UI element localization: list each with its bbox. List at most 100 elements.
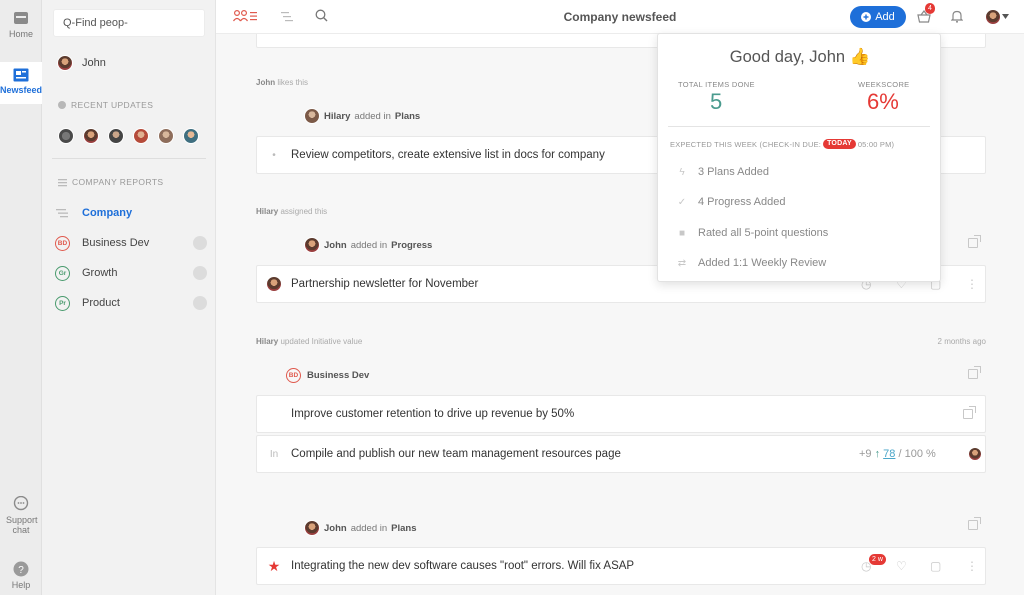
sidebar-item-label: Product (82, 297, 120, 309)
actor-name[interactable]: John (324, 523, 347, 534)
chevron-down-icon[interactable] (1002, 14, 1009, 19)
actor-name[interactable]: John (324, 240, 347, 251)
actor-target[interactable]: Plans (395, 111, 420, 122)
sidebar-item-business-dev[interactable]: BD Business Dev (55, 232, 207, 254)
home-icon (14, 12, 28, 24)
sidebar-item-product[interactable]: Pr Product (55, 292, 207, 314)
actor-verb: added in (350, 522, 388, 534)
app-rail: Home Newsfeed Support chat ? Help (0, 0, 42, 595)
progress-value[interactable]: 78 (883, 448, 895, 460)
activity-meta: Hilary assigned this (256, 207, 327, 216)
avatar (304, 237, 320, 253)
more-icon[interactable]: ⋮ (966, 277, 978, 291)
avatar (57, 55, 73, 71)
heart-icon[interactable]: ♡ (896, 559, 907, 573)
count-badge (193, 236, 207, 250)
growth-tag: Gr (55, 265, 70, 281)
feed-card[interactable]: Improve customer retention to drive up r… (256, 395, 986, 433)
add-button-label: Add (875, 11, 895, 23)
sidebar-item-growth[interactable]: Gr Growth (55, 262, 207, 284)
card-title: Compile and publish our new team managem… (291, 448, 621, 460)
add-button[interactable]: Add (850, 6, 906, 28)
avatar[interactable] (58, 128, 74, 144)
rail-help[interactable]: ? Help (0, 561, 42, 590)
expected-label: EXPECTED THIS WEEK (CHECK-IN DUE: (670, 139, 822, 149)
square-icon: ■ (678, 227, 686, 239)
more-icon[interactable]: ⋮ (966, 559, 978, 573)
star-icon[interactable]: ★ (257, 558, 291, 575)
avatar[interactable] (183, 128, 199, 144)
business-dev-tag: BD (55, 235, 70, 251)
open-external-icon[interactable] (963, 406, 976, 419)
actor-target[interactable]: Progress (391, 240, 432, 251)
card-title: Partnership newsletter for November (291, 278, 479, 290)
open-external-icon[interactable] (968, 235, 981, 248)
activity-action: assigned this (280, 207, 328, 216)
activity-user: Hilary (256, 207, 279, 216)
open-external-icon[interactable] (968, 517, 981, 530)
weekscore-label: WEEKSCORE (858, 80, 910, 89)
avatar (968, 447, 982, 461)
actor-target[interactable]: Plans (391, 523, 416, 534)
user-avatar[interactable] (985, 9, 1001, 25)
rail-support[interactable]: Support chat (0, 496, 42, 535)
plus-circle-icon (861, 12, 872, 22)
feed-card[interactable]: ★ Integrating the new dev software cause… (256, 547, 986, 585)
open-external-icon[interactable] (968, 366, 981, 379)
avatar[interactable] (108, 128, 124, 144)
sidebar-item-company[interactable]: Company (55, 202, 207, 224)
reports-icon (58, 178, 67, 186)
help-icon: ? (13, 561, 29, 577)
progress-total: / 100 % (898, 448, 936, 460)
check-icon: ✓ (677, 196, 687, 208)
actor-target[interactable]: Business Dev (307, 370, 369, 381)
expected-item-review[interactable]: ⇄ Added 1:1 Weekly Review (677, 257, 826, 269)
activity-action: updated Initiative value (280, 337, 363, 346)
due-time: 05:00 PM) (857, 139, 895, 149)
bell-icon[interactable] (951, 10, 963, 23)
notification-count-badge: 4 (925, 3, 935, 14)
actor-name[interactable]: Hilary (324, 111, 350, 122)
activity-action: likes this (277, 78, 309, 87)
activity-meta: John likes this (256, 78, 308, 87)
count-badge (193, 266, 207, 280)
feed-card[interactable]: In Compile and publish our new team mana… (256, 435, 986, 473)
avatar[interactable] (83, 128, 99, 144)
top-bar: Company newsfeed Add 4 (216, 0, 1024, 34)
bolt-icon: ϟ (679, 166, 685, 178)
actor-line: BD Business Dev (286, 368, 369, 383)
company-reports-heading: COMPANY REPORTS (58, 177, 164, 187)
actor-line: John added in Plans (304, 520, 417, 536)
rail-home[interactable]: Home (0, 10, 42, 39)
expected-item-questions[interactable]: ■ Rated all 5-point questions (677, 227, 828, 239)
business-dev-tag: BD (286, 368, 301, 383)
expected-item-progress[interactable]: ✓ 4 Progress Added (677, 196, 786, 208)
card-title: Review competitors, create extensive lis… (291, 149, 605, 161)
checkin-popover: Good day, John 👍 TOTAL ITEMS DONE 5 WEEK… (657, 33, 941, 282)
expected-item-plans[interactable]: ϟ 3 Plans Added (677, 166, 769, 178)
card-title: Improve customer retention to drive up r… (291, 408, 575, 420)
rail-support-label: Support chat (6, 515, 38, 535)
avatar (266, 276, 282, 292)
svg-text:?: ? (18, 565, 24, 576)
activity-time: 2 months ago (937, 337, 986, 346)
recent-updates-label: RECENT UPDATES (71, 100, 154, 110)
actor-line: John added in Progress (304, 237, 432, 253)
sidebar-item-label: Company (82, 207, 133, 219)
avatar[interactable] (133, 128, 149, 144)
expected-item-label: Added 1:1 Weekly Review (698, 257, 827, 269)
rail-newsfeed[interactable]: Newsfeed (0, 62, 42, 104)
progress-delta: +9 (859, 448, 872, 460)
divider (668, 126, 930, 127)
avatar[interactable] (158, 128, 174, 144)
avatar (304, 520, 320, 536)
expected-item-label: 3 Plans Added (698, 166, 769, 178)
rail-help-label: Help (11, 580, 31, 590)
search-input[interactable]: Q-Find peop- (53, 9, 205, 37)
recent-updates-heading: RECENT UPDATES (58, 100, 153, 110)
progress-readout: +9 ↑ 78 / 100 % (859, 448, 936, 460)
comment-icon[interactable]: ▢ (930, 559, 941, 573)
sidebar-current-user[interactable]: John (57, 55, 106, 71)
thumbs-up-icon: 👍 (849, 48, 871, 66)
card-title: Integrating the new dev software causes … (291, 560, 635, 572)
